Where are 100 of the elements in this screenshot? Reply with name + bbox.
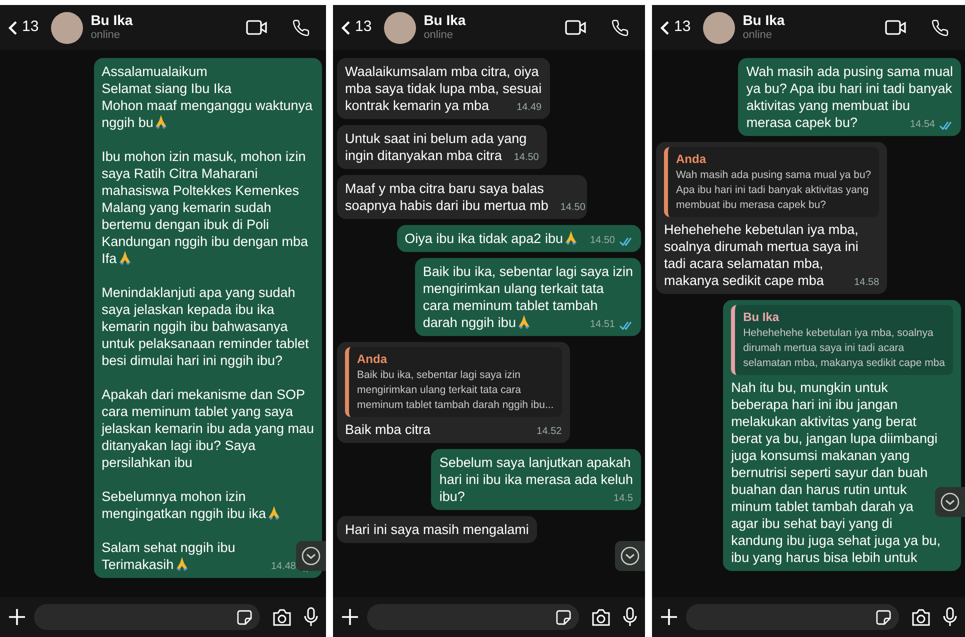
message-time: 14.50 xyxy=(590,235,615,247)
contact-status: online xyxy=(424,29,454,44)
sticker-icon[interactable] xyxy=(556,610,571,624)
contact-name: Bu Ika xyxy=(742,12,786,30)
message-time: 14.52 xyxy=(536,426,562,438)
message-text: Salam sehat nggih ibu xyxy=(102,539,236,556)
message-text: Malang yang kemarin sudah xyxy=(102,199,272,216)
phone-icon[interactable] xyxy=(292,18,310,36)
quote-text: Hehehehehe kebetulan iya mba, soalnya dirumah mertua saya ini tadi acara selamatan mba, makanya sedikit cape mba xyxy=(743,326,945,371)
plus-icon[interactable] xyxy=(341,608,359,626)
message-text: melakukan aktivitas yang berat xyxy=(731,413,916,430)
avatar[interactable] xyxy=(50,12,83,44)
message-text: juga konsumsi makanan yang xyxy=(731,447,910,464)
message-field[interactable] xyxy=(34,604,260,630)
message-text: ibu yang harus bisa lebih untuk xyxy=(731,549,918,566)
message-text: saya Ratih Citra Maharani xyxy=(102,165,258,182)
message-text: Baik mba citra xyxy=(345,421,431,438)
message-text: kontrak kemarin ya mba xyxy=(345,97,490,114)
message-text: Ibu mohon izin masuk, mohon izin xyxy=(102,148,306,165)
message-text: kemarin nggih ibu bahwasanya xyxy=(102,318,288,335)
quoted-message[interactable]: Anda Wah masih ada pusing sama mual ya bu? Apa ibu hari ini tadi banyak aktivitas yang membuat ibu merasa capek bu? xyxy=(664,147,880,217)
quote-text: Wah masih ada pusing sama mual ya bu? Apa ibu hari ini tadi banyak aktivitas yang membuat ibu merasa capek bu? xyxy=(676,168,872,213)
message-field[interactable] xyxy=(686,604,899,630)
message-text: bernutrisi seperti sayur dan buah xyxy=(731,464,928,481)
contact-status: online xyxy=(90,29,122,44)
back-button[interactable]: 13 xyxy=(660,16,691,39)
message-text: Terimakasih xyxy=(102,556,189,573)
quote-author: Anda xyxy=(676,151,708,168)
chevron-down-icon xyxy=(620,546,640,566)
message-text: persilahkan ibu xyxy=(102,454,192,471)
message-text: Wah masih ada pusing sama mual xyxy=(746,63,953,80)
message-text: buahan dan harus rutin untuk xyxy=(731,481,907,498)
message-text: Hari ini saya masih mengalami xyxy=(345,521,529,538)
back-button[interactable]: 13 xyxy=(341,16,372,39)
camera-icon[interactable] xyxy=(911,608,931,626)
message-text: Assalamualaikum xyxy=(102,63,208,80)
message-text: soalnya dirumah mertua saya ini xyxy=(664,238,858,255)
video-call-icon[interactable] xyxy=(565,20,587,35)
camera-icon[interactable] xyxy=(591,608,611,626)
message-text: Ifa xyxy=(102,250,132,267)
message-text: cara meminum tablet yang saya xyxy=(102,403,293,420)
message-text: Selamat siang Ibu Ika xyxy=(102,80,232,97)
back-button[interactable]: 13 xyxy=(8,16,39,39)
plus-icon[interactable] xyxy=(660,608,678,626)
message-text: cara meminum tablet tambah xyxy=(422,297,598,314)
avatar[interactable] xyxy=(384,12,416,44)
microphone-icon[interactable] xyxy=(623,607,637,627)
chevron-down-icon xyxy=(940,492,960,512)
contact-status: online xyxy=(742,29,774,44)
sticker-icon[interactable] xyxy=(237,610,252,624)
message-text: mengingatkan nggih ibu ika xyxy=(102,505,281,522)
chevron-left-icon xyxy=(341,20,351,36)
message-text: nggih bu xyxy=(102,114,168,131)
message-text: Nah itu bu, mungkin untuk xyxy=(731,379,888,396)
message-text: Sebelumnya mohon izin xyxy=(102,488,246,505)
message-text: Mohon maaf menganggu waktunya xyxy=(102,97,313,114)
message-text: Oiya ibu ika tidak apa2 ibu xyxy=(404,230,578,247)
message-text: bertemu dengan ibuk di Poli xyxy=(102,216,269,233)
message-text: ditanyakan lagi ibu? Saya xyxy=(102,437,256,454)
scroll-down-button[interactable] xyxy=(296,541,326,571)
microphone-icon[interactable] xyxy=(943,607,957,627)
message-text: ingin ditanyakan mba citra xyxy=(345,147,502,164)
chevron-left-icon xyxy=(660,20,670,36)
message-time: 14.48 xyxy=(270,561,296,573)
message-text: besi dimulai hari ini nggih ibu? xyxy=(102,352,282,369)
quoted-message[interactable]: Bu Ika Hehehehehe kebetulan iya mba, soalnya dirumah mertua saya ini tadi acara selamatan mba, makanya sedikit cape mba xyxy=(731,305,953,375)
message-text: berat ya bu, jangan lupa diimbangi xyxy=(731,430,938,447)
message-text: Baik ibu ika, sebentar lagi saya izin xyxy=(422,263,633,280)
message-text: Apakah dari mekanisme dan SOP xyxy=(102,386,305,403)
scroll-down-button[interactable] xyxy=(615,541,645,571)
phone-icon[interactable] xyxy=(931,18,949,36)
sticker-icon[interactable] xyxy=(876,610,891,624)
message-text: beberapa hari ini ibu jangan xyxy=(731,396,898,413)
message-text: saya jelaskan kepada ibu ika xyxy=(102,301,274,318)
message-text: Untuk saat ini belum ada yang xyxy=(345,130,527,147)
quote-author: Bu Ika xyxy=(743,309,780,326)
video-call-icon[interactable] xyxy=(246,20,268,35)
phone-icon[interactable] xyxy=(611,18,629,36)
quoted-message[interactable]: Anda Baik ibu ika, sebentar lagi saya izin mengirimkan ulang terkait tata cara meminum tablet tambah darah nggih ibu... xyxy=(345,347,562,417)
message-text: Waalaikumsalam mba citra, oiya xyxy=(345,63,539,80)
avatar[interactable] xyxy=(702,12,735,44)
video-call-icon[interactable] xyxy=(885,20,907,35)
message-text: agar ibu sehat bayi yang di xyxy=(731,515,892,532)
microphone-icon[interactable] xyxy=(304,607,318,627)
message-text: soapnya habis dari ibu mertua mb xyxy=(345,197,548,214)
message-text: mahasiswa Poltekkes Kemenkes xyxy=(102,182,299,199)
camera-icon[interactable] xyxy=(272,608,292,626)
message-time: 14.51 xyxy=(590,319,615,331)
message-text: Maaf y mba citra baru saya balas xyxy=(345,180,544,197)
message-text: minum tablet tambah darah ya xyxy=(731,498,914,515)
contact-name: Bu Ika xyxy=(90,12,134,30)
chevron-down-icon xyxy=(301,546,321,566)
scroll-down-button[interactable] xyxy=(935,487,965,517)
quote-text: Baik ibu ika, sebentar lagi saya izin mengirimkan ulang terkait tata cara meminum tablet tambah darah nggih ibu... xyxy=(357,368,554,413)
message-text: makanya sedikit cape mba xyxy=(664,272,824,289)
plus-icon[interactable] xyxy=(8,608,26,626)
message-field[interactable] xyxy=(367,604,579,630)
message-time: 14.49 xyxy=(516,102,542,114)
message-text: merasa capek bu? xyxy=(746,114,858,131)
message-text: mengirimkan ulang terkait tata xyxy=(422,280,604,297)
